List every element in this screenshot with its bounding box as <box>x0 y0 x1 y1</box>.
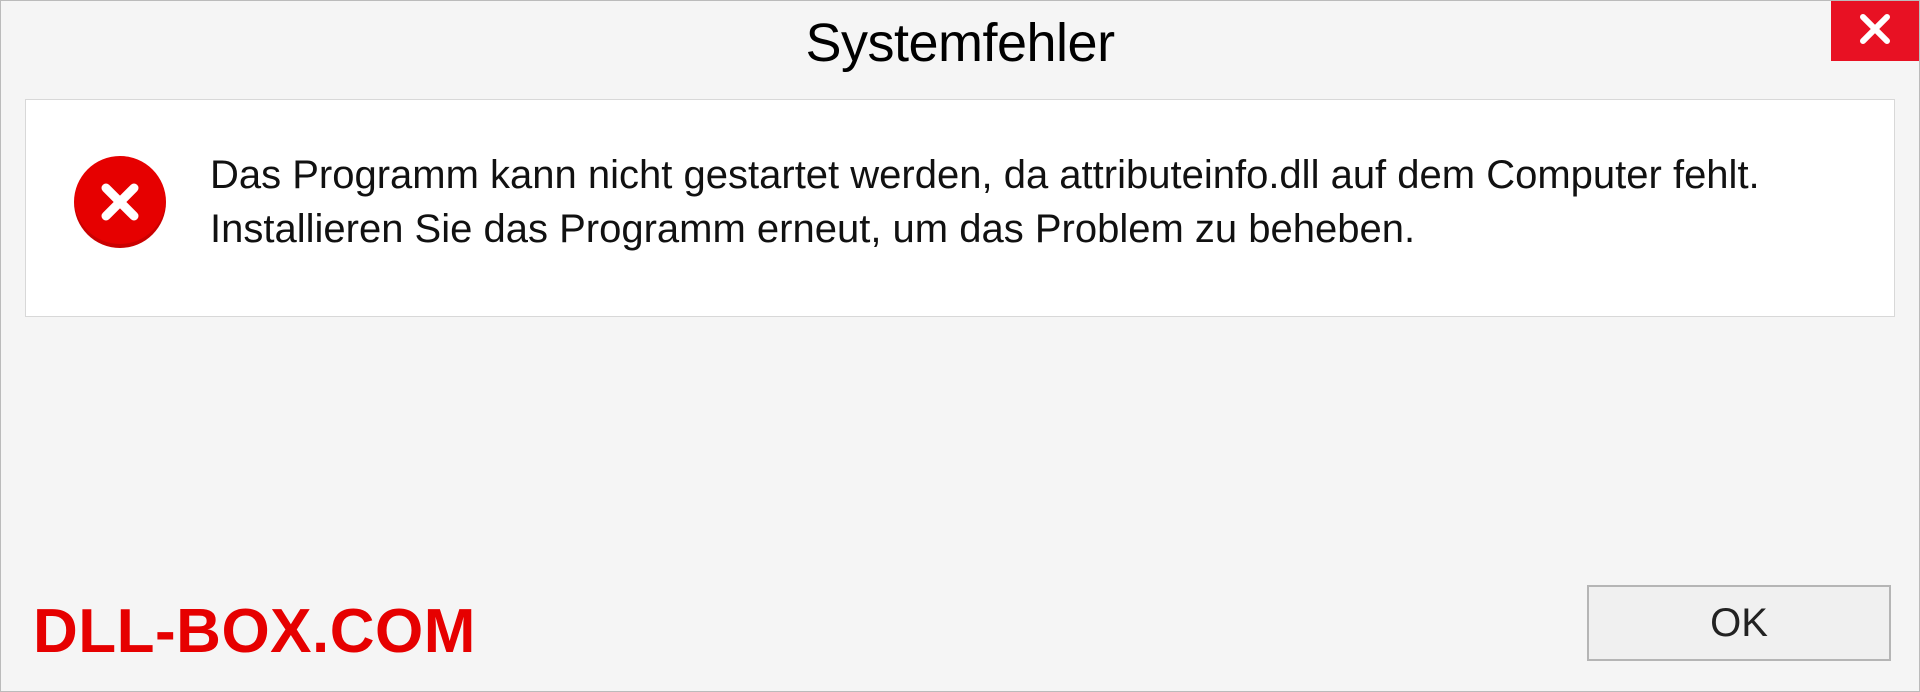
error-message: Das Programm kann nicht gestartet werden… <box>210 148 1850 256</box>
error-icon <box>74 156 166 248</box>
watermark-text: DLL-BOX.COM <box>33 596 476 667</box>
error-dialog: Systemfehler Das Programm kann nicht ges… <box>0 0 1920 692</box>
close-icon <box>1857 11 1893 52</box>
ok-button[interactable]: OK <box>1587 585 1891 661</box>
dialog-title: Systemfehler <box>805 12 1114 74</box>
message-panel: Das Programm kann nicht gestartet werden… <box>25 99 1895 317</box>
title-bar: Systemfehler <box>1 1 1919 85</box>
dialog-footer: DLL-BOX.COM OK <box>1 317 1919 691</box>
error-icon-container <box>70 152 170 252</box>
close-button[interactable] <box>1831 1 1919 61</box>
